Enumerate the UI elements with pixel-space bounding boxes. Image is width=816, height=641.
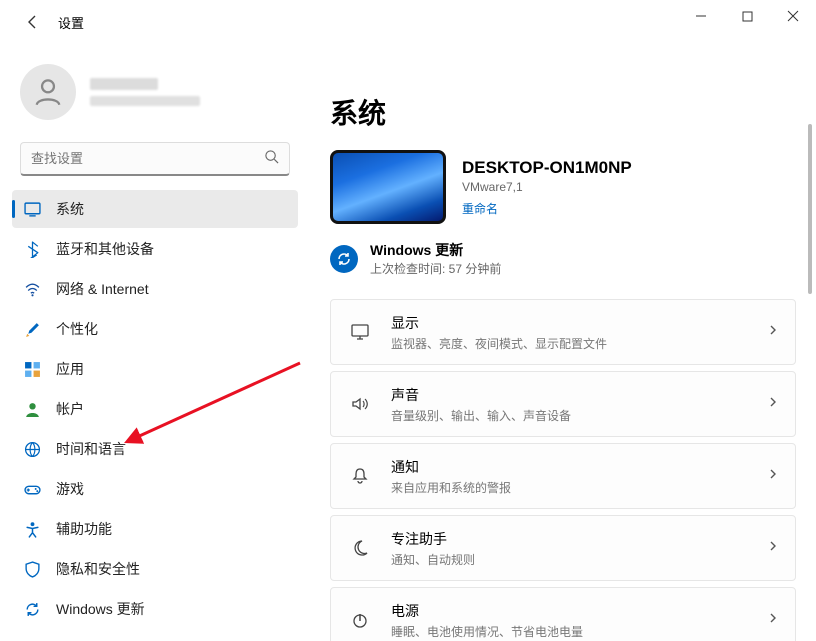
search-input[interactable] xyxy=(31,151,264,166)
chevron-right-icon xyxy=(767,611,779,629)
display-icon xyxy=(347,322,373,342)
nav-label: 游戏 xyxy=(56,479,84,499)
nav-label: Windows 更新 xyxy=(56,599,145,619)
card-sub: 来自应用和系统的警报 xyxy=(391,479,767,496)
card-title: 电源 xyxy=(391,601,767,621)
game-icon xyxy=(22,479,42,499)
device-section: DESKTOP-ON1M0NP VMware7,1 重命名 xyxy=(330,150,796,224)
apps-icon xyxy=(22,359,42,379)
nav-item-update[interactable]: Windows 更新 xyxy=(12,590,298,628)
moon-icon xyxy=(347,538,373,558)
settings-cards: 显示监视器、亮度、夜间模式、显示配置文件声音音量级别、输出、输入、声音设备通知来… xyxy=(330,299,796,641)
card-sub: 睡眠、电池使用情况、节省电池电量 xyxy=(391,623,767,640)
user-name-redacted xyxy=(90,78,158,90)
card-title: 专注助手 xyxy=(391,529,767,549)
maximize-button[interactable] xyxy=(724,0,770,32)
scrollbar[interactable] xyxy=(808,124,812,631)
card-notif[interactable]: 通知来自应用和系统的警报 xyxy=(330,443,796,509)
nav-item-access[interactable]: 辅助功能 xyxy=(12,510,298,548)
nav-label: 时间和语言 xyxy=(56,439,126,459)
bt-icon xyxy=(22,239,42,259)
nav-label: 应用 xyxy=(56,359,84,379)
nav-label: 个性化 xyxy=(56,319,98,339)
search-icon xyxy=(264,149,279,169)
nav-item-network[interactable]: 网络 & Internet xyxy=(12,270,298,308)
avatar xyxy=(20,64,76,120)
system-icon xyxy=(22,199,42,219)
sync-icon xyxy=(22,599,42,619)
shield-icon xyxy=(22,559,42,579)
card-sub: 通知、自动规则 xyxy=(391,551,767,568)
search-box[interactable] xyxy=(20,142,290,176)
card-sub: 音量级别、输出、输入、声音设备 xyxy=(391,407,767,424)
person-icon xyxy=(22,399,42,419)
nav-item-gaming[interactable]: 游戏 xyxy=(12,470,298,508)
windows-update-row[interactable]: Windows 更新 上次检查时间: 57 分钟前 xyxy=(330,236,796,289)
window-title: 设置 xyxy=(58,13,84,32)
wifi-icon xyxy=(22,279,42,299)
sound-icon xyxy=(347,394,373,414)
nav-item-apps[interactable]: 应用 xyxy=(12,350,298,388)
sidebar: 系统蓝牙和其他设备网络 & Internet 个性化应用帐户时间和语言游戏辅助功能… xyxy=(0,44,310,641)
card-title: 通知 xyxy=(391,457,767,477)
chevron-right-icon xyxy=(767,395,779,413)
card-title: 声音 xyxy=(391,385,767,405)
rename-link[interactable]: 重命名 xyxy=(462,200,632,217)
nav-label: 蓝牙和其他设备 xyxy=(56,239,154,259)
device-name: DESKTOP-ON1M0NP xyxy=(462,158,632,178)
nav-label: 辅助功能 xyxy=(56,519,112,539)
chevron-right-icon xyxy=(767,323,779,341)
nav-label: 网络 & Internet xyxy=(56,279,149,299)
card-title: 显示 xyxy=(391,313,767,333)
nav-label: 隐私和安全性 xyxy=(56,559,140,579)
bell-icon xyxy=(347,466,373,486)
user-section[interactable] xyxy=(6,54,304,138)
chevron-right-icon xyxy=(767,539,779,557)
nav-label: 系统 xyxy=(56,199,84,219)
nav-item-system[interactable]: 系统 xyxy=(12,190,298,228)
card-power[interactable]: 电源睡眠、电池使用情况、节省电池电量 xyxy=(330,587,796,641)
update-title: Windows 更新 xyxy=(370,240,501,260)
nav-item-accounts[interactable]: 帐户 xyxy=(12,390,298,428)
nav-label: 帐户 xyxy=(56,399,84,419)
update-sub: 上次检查时间: 57 分钟前 xyxy=(370,260,501,277)
device-model: VMware7,1 xyxy=(462,180,632,194)
card-display[interactable]: 显示监视器、亮度、夜间模式、显示配置文件 xyxy=(330,299,796,365)
globe-icon xyxy=(22,439,42,459)
user-email-redacted xyxy=(90,96,200,106)
page-title: 系统 xyxy=(330,92,796,132)
nav-item-time[interactable]: 时间和语言 xyxy=(12,430,298,468)
sync-icon xyxy=(330,245,358,273)
card-sound[interactable]: 声音音量级别、输出、输入、声音设备 xyxy=(330,371,796,437)
card-sub: 监视器、亮度、夜间模式、显示配置文件 xyxy=(391,335,767,352)
nav-list: 系统蓝牙和其他设备网络 & Internet 个性化应用帐户时间和语言游戏辅助功能… xyxy=(6,190,304,631)
back-button[interactable] xyxy=(16,5,50,39)
brush-icon xyxy=(22,319,42,339)
power-icon xyxy=(347,610,373,630)
device-image xyxy=(330,150,446,224)
access-icon xyxy=(22,519,42,539)
chevron-right-icon xyxy=(767,467,779,485)
nav-item-privacy[interactable]: 隐私和安全性 xyxy=(12,550,298,588)
card-focus[interactable]: 专注助手通知、自动规则 xyxy=(330,515,796,581)
main-panel: 系统 DESKTOP-ON1M0NP VMware7,1 重命名 Windows… xyxy=(310,44,816,641)
nav-item-bluetooth[interactable]: 蓝牙和其他设备 xyxy=(12,230,298,268)
minimize-button[interactable] xyxy=(678,0,724,32)
close-button[interactable] xyxy=(770,0,816,32)
nav-item-personal[interactable]: 个性化 xyxy=(12,310,298,348)
